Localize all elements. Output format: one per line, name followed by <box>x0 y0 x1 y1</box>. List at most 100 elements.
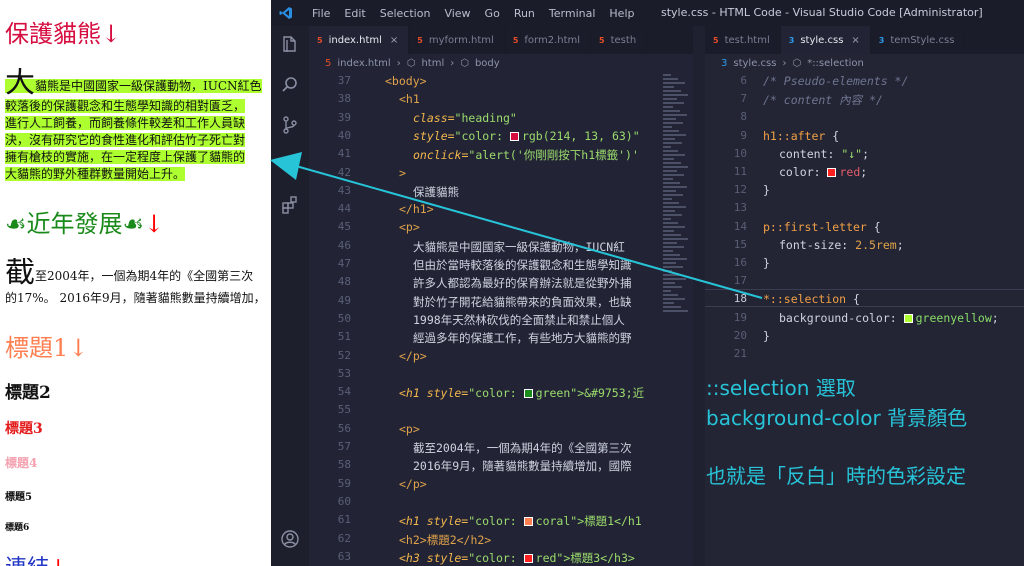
h6-title-6: 標題6 <box>5 523 30 533</box>
line-number: 45 <box>337 220 351 234</box>
line-number: 6 <box>740 74 747 87</box>
line-number: 10 <box>733 146 747 160</box>
h1-heading[interactable]: 保護貓熊↓ <box>5 14 121 49</box>
menu-item-terminal[interactable]: Terminal <box>549 7 596 20</box>
code-line: <h3 style="color: red">標題3</h3> <box>399 550 635 565</box>
tab-index-html[interactable]: 5 index.html × <box>309 26 410 54</box>
close-icon[interactable]: × <box>851 35 859 46</box>
minimap-line <box>663 110 680 112</box>
menu-item-selection[interactable]: Selection <box>380 7 431 20</box>
debug-icon[interactable] <box>279 154 301 176</box>
color-swatch[interactable] <box>509 131 519 141</box>
minimap-line <box>663 94 688 96</box>
tab-testh[interactable]: 5 testh <box>591 26 648 54</box>
editor-splitter[interactable] <box>693 26 705 566</box>
minimap-line <box>663 78 678 80</box>
tab-bar: 5 test.html 3 style.css × 3 temStyle.css <box>705 26 1024 54</box>
tab-style-css[interactable]: 3 style.css × <box>780 26 871 54</box>
code-line: content: "↓"; <box>779 146 870 161</box>
code-line: <h1 <box>399 92 420 107</box>
minimap-line <box>663 82 685 84</box>
tab-temstyle-css[interactable]: 3 temStyle.css <box>871 26 966 54</box>
source-control-icon[interactable] <box>279 114 301 136</box>
minimap-line <box>663 250 673 252</box>
close-icon[interactable]: × <box>390 35 398 46</box>
line-number: 51 <box>337 330 351 344</box>
breadcrumb: 3 style.css › ⬡ *::selection <box>721 57 864 69</box>
color-swatch[interactable] <box>523 517 533 527</box>
menu-item-help[interactable]: Help <box>609 7 634 20</box>
after-arrow: ↓ <box>49 556 67 566</box>
minimap-line <box>663 230 674 232</box>
menu-item-view[interactable]: View <box>444 7 470 20</box>
line-number: 13 <box>733 201 747 215</box>
after-arrow: ↓ <box>144 210 165 238</box>
explorer-icon[interactable] <box>279 34 301 56</box>
color-swatch[interactable] <box>523 389 533 399</box>
line-number: 52 <box>337 348 351 362</box>
account-icon[interactable] <box>279 528 301 550</box>
paragraph-2: 截至2004年，一個為期4年的《全國第三次 的17%。 2016年9月，隨著貓熊… <box>0 258 271 308</box>
browser-preview: 保護貓熊↓ 大貓熊是中國國家一級保護動物，IUCN紅色 較落後的保護觀念和生態學… <box>0 0 271 566</box>
code-line: p::first-letter { <box>763 219 881 234</box>
minimap-line <box>663 226 685 228</box>
minimap-line <box>663 254 680 256</box>
line-number: 49 <box>337 293 351 307</box>
minimap-line <box>663 210 675 212</box>
minimap-line <box>663 74 671 76</box>
line-number: 21 <box>733 347 747 360</box>
menu-item-edit[interactable]: Edit <box>344 7 365 20</box>
extensions-icon[interactable] <box>279 194 301 216</box>
line-number: 62 <box>337 531 351 545</box>
element-icon: ⬡ <box>460 57 469 69</box>
minimap-line <box>663 286 682 288</box>
minimap-line <box>663 278 686 280</box>
code-line: 大貓熊是中國國家一級保護動物，IUCN紅 <box>413 239 625 254</box>
h2-title-2: 標題2 <box>5 383 51 403</box>
code-line: background-color: greenyellow; <box>779 310 999 325</box>
minimap-line <box>663 306 681 308</box>
line-number: 58 <box>337 458 351 472</box>
minimap[interactable] <box>663 72 691 372</box>
tab-myform-html[interactable]: 5 myform.html <box>409 26 505 54</box>
menu-item-run[interactable]: Run <box>514 7 535 20</box>
annotation-line-1: ::selection 選取 <box>706 376 856 400</box>
code-line: font-size: 2.5rem; <box>779 237 904 252</box>
tab-form2-html[interactable]: 5 form2.html <box>505 26 592 54</box>
menu-item-file[interactable]: File <box>312 7 330 20</box>
line-number: 40 <box>337 128 351 142</box>
minimap-line <box>663 126 672 128</box>
minimap-line <box>663 202 679 204</box>
line-number: 63 <box>337 549 351 563</box>
line-number: 53 <box>337 366 351 380</box>
minimap-line <box>663 146 671 148</box>
minimap-line <box>663 178 673 180</box>
minimap-line <box>663 154 685 156</box>
code-line: 2016年9月，隨著貓熊數量持續增加，國際 <box>413 459 632 474</box>
h1-link[interactable]: 連結↓ <box>5 550 67 566</box>
minimap-line <box>663 246 684 248</box>
minimap-line <box>663 174 684 176</box>
paragraph-selected[interactable]: 大貓熊是中國國家一級保護動物，IUCN紅色 較落後的保護觀念和生態學知識的相對匱… <box>0 68 271 183</box>
tab-test-html[interactable]: 5 test.html <box>705 26 781 54</box>
minimap-line <box>663 294 678 296</box>
line-number: 8 <box>740 110 747 124</box>
selector-icon: ⬡ <box>792 57 802 69</box>
menu-item-go[interactable]: Go <box>485 7 500 20</box>
line-number: 7 <box>740 92 747 106</box>
code-line: </p> <box>399 476 427 491</box>
color-swatch[interactable] <box>827 168 837 177</box>
menu-bar: File Edit Selection View Go Run Terminal Help <box>305 7 641 20</box>
window-title: style.css - HTML Code - Visual Studio Co… <box>661 6 983 19</box>
color-swatch[interactable] <box>903 313 913 323</box>
minimap-line <box>663 158 674 160</box>
search-icon[interactable] <box>279 74 301 96</box>
h1-title-1: 標題1↓ <box>5 334 89 362</box>
minimap-line <box>663 262 676 264</box>
line-number: 59 <box>337 476 351 490</box>
minimap-line <box>663 90 681 92</box>
minimap-line <box>663 190 676 192</box>
color-swatch[interactable] <box>523 553 533 563</box>
code-line: 截至2004年，一個為期4年的《全國第三次 <box>413 441 632 455</box>
line-number: 14 <box>733 219 747 233</box>
